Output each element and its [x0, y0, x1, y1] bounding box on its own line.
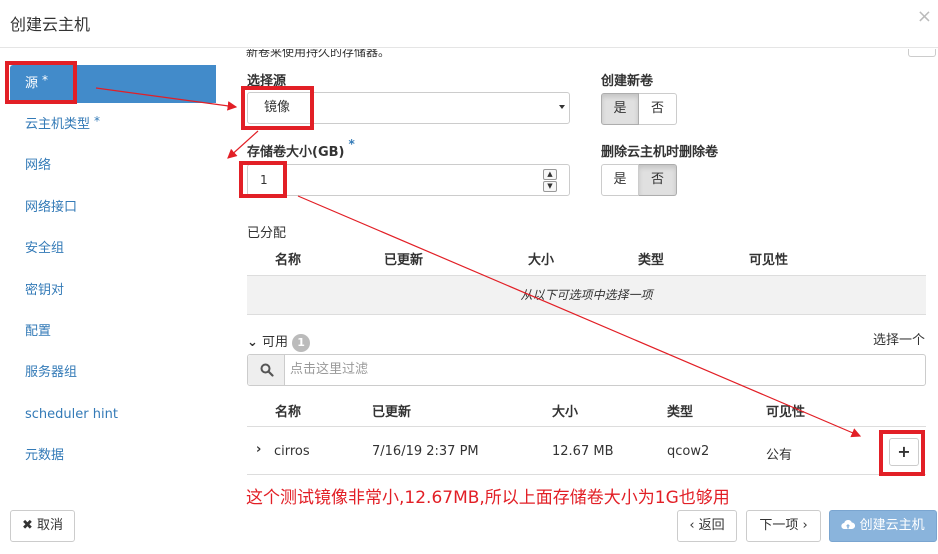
divider: [247, 474, 926, 475]
sidebar-item-metadata[interactable]: 元数据: [10, 437, 216, 475]
sidebar-item-label: 云主机类型: [25, 117, 91, 132]
annotation-box-source: [5, 61, 77, 104]
volume-size-input[interactable]: 1 ▲ ▼: [247, 164, 570, 196]
delete-on-terminate-yes[interactable]: 是: [601, 164, 639, 196]
wizard-sidebar: 源 * 云主机类型 * 网络 网络接口 安全组 密钥对 配置 服务器组 schedu…: [0, 49, 218, 490]
row-expand-icon[interactable]: ›: [256, 442, 261, 457]
filter-bar: 点击这里过滤: [247, 354, 926, 386]
delete-on-terminate-toggle: 是 否: [601, 164, 677, 196]
allocated-empty-row: 从以下可选项中选择一项: [247, 275, 926, 315]
sidebar-item-network-ports[interactable]: 网络接口: [10, 189, 216, 227]
chevron-down-icon: ⌄: [247, 335, 258, 350]
create-volume-yes[interactable]: 是: [601, 93, 639, 125]
source-panel: 新卷来使用持久的存储器。 选择源 镜像 创建新卷 是 否 存储卷大小(GB)* …: [218, 49, 938, 490]
sidebar-item-scheduler-hint[interactable]: scheduler hint: [10, 396, 216, 434]
filter-input[interactable]: 点击这里过滤: [290, 355, 368, 385]
allocated-col-updated: 已更新: [384, 253, 424, 268]
annotation-box-boot-source: [241, 86, 314, 130]
available-col-visibility: 可见性: [766, 405, 806, 420]
help-text: 新卷来使用持久的存储器。: [246, 49, 391, 59]
available-col-name: 名称: [275, 405, 302, 420]
divider: [247, 426, 926, 427]
sidebar-item-label: 密钥对: [25, 283, 65, 298]
delete-on-terminate-label: 删除云主机时删除卷: [601, 145, 719, 160]
launch-label: 创建云主机: [859, 518, 925, 533]
image-updated: 7/16/19 2:37 PM: [372, 444, 479, 459]
modal-header: 创建云主机 ×: [0, 0, 938, 48]
sidebar-item-label: 服务器组: [25, 365, 78, 380]
image-size: 12.67 MB: [552, 444, 614, 459]
sidebar-item-flavor[interactable]: 云主机类型 *: [10, 106, 216, 144]
create-volume-toggle: 是 否: [601, 93, 677, 125]
back-button[interactable]: ‹ 返回: [677, 510, 737, 542]
sidebar-item-label: 网络: [25, 158, 52, 173]
close-icon[interactable]: ×: [917, 6, 932, 27]
image-type: qcow2: [667, 444, 710, 459]
modal-footer: ✖ 取消 ‹ 返回 下一项 › 创建云主机: [0, 490, 938, 554]
spin-up-icon[interactable]: ▲: [543, 169, 557, 180]
sidebar-item-label: scheduler hint: [25, 407, 118, 422]
sidebar-item-label: 配置: [25, 324, 52, 339]
allocated-col-name: 名称: [275, 253, 302, 268]
select-one-hint: 选择一个: [873, 333, 926, 348]
sidebar-item-label: 网络接口: [25, 200, 78, 215]
sidebar-item-keypairs[interactable]: 密钥对: [10, 272, 216, 310]
cancel-button[interactable]: ✖ 取消: [10, 510, 75, 542]
sidebar-item-label: 安全组: [25, 241, 65, 256]
allocated-col-type: 类型: [638, 253, 665, 268]
available-col-type: 类型: [667, 405, 694, 420]
available-count-badge: 1: [292, 334, 311, 352]
volume-size-label: 存储卷大小(GB)*: [247, 137, 355, 160]
create-volume-no[interactable]: 否: [639, 93, 677, 125]
annotation-box-volume-size: [239, 161, 287, 198]
volume-size-label-text: 存储卷大小(GB): [247, 145, 345, 160]
modal-title: 创建云主机: [10, 15, 91, 34]
sidebar-item-label: 元数据: [25, 448, 65, 463]
launch-instance-button[interactable]: 创建云主机: [829, 510, 937, 542]
annotation-box-plus: [879, 430, 925, 476]
required-mark: *: [348, 137, 355, 151]
image-name: cirros: [274, 444, 310, 459]
delete-on-terminate-no[interactable]: 否: [639, 164, 677, 196]
allocated-title: 已分配: [247, 226, 287, 241]
next-button[interactable]: 下一项 ›: [746, 510, 821, 542]
required-mark: *: [94, 114, 101, 128]
caret-down-icon: [559, 105, 565, 109]
sidebar-item-network[interactable]: 网络: [10, 147, 216, 185]
available-col-size: 大小: [552, 405, 579, 420]
filter-addon: [248, 355, 285, 385]
spin-down-icon[interactable]: ▼: [543, 181, 557, 192]
sidebar-item-configuration[interactable]: 配置: [10, 313, 216, 351]
sidebar-item-server-groups[interactable]: 服务器组: [10, 354, 216, 392]
image-visibility: 公有: [766, 448, 793, 463]
available-title: 可用: [262, 335, 289, 350]
available-header[interactable]: ⌄ 可用 1: [247, 331, 311, 352]
available-col-updated: 已更新: [372, 405, 412, 420]
sidebar-item-security-groups[interactable]: 安全组: [10, 230, 216, 268]
search-icon: [260, 363, 274, 377]
cloud-upload-icon: [841, 519, 856, 530]
create-volume-label: 创建新卷: [601, 74, 654, 89]
allocated-col-visibility: 可见性: [749, 253, 789, 268]
help-toggle[interactable]: [908, 49, 936, 57]
allocated-col-size: 大小: [528, 253, 555, 268]
